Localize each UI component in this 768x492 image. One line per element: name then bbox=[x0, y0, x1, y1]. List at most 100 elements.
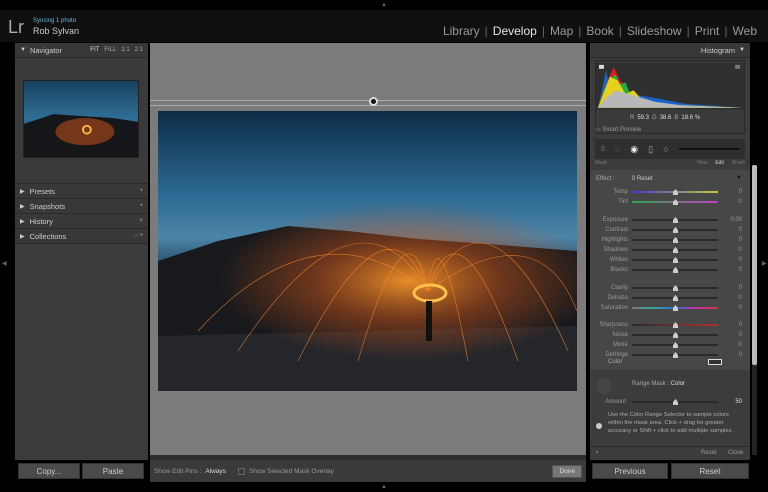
panel-reset-button[interactable]: Reset bbox=[701, 450, 717, 456]
zoom-fit[interactable]: FIT bbox=[90, 47, 99, 53]
slider-thumb[interactable] bbox=[673, 342, 678, 348]
right-panel-toggle-icon[interactable]: ▶ bbox=[762, 260, 767, 267]
slider-thumb[interactable] bbox=[673, 352, 678, 358]
module-book[interactable]: Book bbox=[581, 24, 618, 38]
edit-pins-select[interactable]: Always bbox=[205, 468, 226, 475]
spot-removal-icon[interactable]: ◌ bbox=[615, 144, 620, 154]
color-swatch[interactable] bbox=[708, 359, 722, 365]
slider-saturation[interactable]: Saturation 0 bbox=[590, 303, 750, 313]
slider-value[interactable]: 0 bbox=[739, 305, 742, 311]
mask-overlay-checkbox[interactable] bbox=[237, 467, 245, 475]
slider-whites[interactable]: Whites 0 bbox=[590, 255, 750, 265]
radial-filter-icon[interactable]: ○ bbox=[663, 144, 668, 154]
disclosure-icon[interactable]: ▼ bbox=[736, 175, 742, 181]
panel-collections[interactable]: ▶ Collections − + bbox=[15, 229, 148, 244]
panel-history[interactable]: ▶ History × bbox=[15, 214, 148, 229]
panel-action-button[interactable]: − + bbox=[134, 233, 143, 239]
module-map[interactable]: Map bbox=[545, 24, 578, 38]
red-eye-icon[interactable]: ◉ bbox=[630, 144, 638, 155]
slider-thumb[interactable] bbox=[673, 189, 678, 195]
graduated-filter-icon[interactable]: ▯ bbox=[648, 144, 653, 155]
zoom-1-1[interactable]: 1:1 bbox=[121, 47, 129, 53]
paste-button[interactable]: Paste bbox=[82, 463, 144, 479]
slider-thumb[interactable] bbox=[673, 247, 678, 253]
slider-thumb[interactable] bbox=[673, 267, 678, 273]
range-mask-select[interactable]: Color bbox=[671, 381, 685, 387]
panel-action-button[interactable]: + bbox=[139, 188, 143, 194]
slider-exposure[interactable]: Exposure 0.00 bbox=[590, 215, 750, 225]
color-range-picker-icon[interactable] bbox=[596, 378, 612, 394]
module-library[interactable]: Library bbox=[438, 24, 485, 38]
panel-snapshots[interactable]: ▶ Snapshots + bbox=[15, 199, 148, 214]
sync-status[interactable]: Syncing 1 photo bbox=[33, 18, 76, 24]
bottom-panel-toggle-icon[interactable]: ▲ bbox=[381, 484, 387, 490]
slider-value[interactable]: 0 bbox=[739, 237, 742, 243]
amount-slider[interactable]: Amount 50 bbox=[590, 397, 750, 407]
slider-temp[interactable]: Temp 0 bbox=[590, 187, 750, 197]
panel-action-button[interactable]: + bbox=[139, 203, 143, 209]
module-develop[interactable]: Develop bbox=[488, 24, 542, 38]
slider-sharpness[interactable]: Sharpness 0 bbox=[590, 320, 750, 330]
slider-value[interactable]: 0 bbox=[739, 267, 742, 273]
slider-thumb[interactable] bbox=[673, 322, 678, 328]
slider-clarity[interactable]: Clarity 0 bbox=[590, 283, 750, 293]
lock-icon[interactable]: ▪ bbox=[596, 450, 598, 456]
slider-value[interactable]: 0 bbox=[739, 189, 742, 195]
effect-preset-select[interactable]: 0 Reset bbox=[632, 176, 653, 182]
panel-close-button[interactable]: Close bbox=[728, 450, 743, 456]
histogram[interactable] bbox=[595, 60, 745, 134]
histogram-header[interactable]: Histogram ▼ bbox=[590, 43, 750, 58]
photo[interactable] bbox=[158, 111, 577, 391]
copy-button[interactable]: Copy... bbox=[18, 463, 80, 479]
top-panel-toggle-icon[interactable]: ▲ bbox=[381, 2, 387, 8]
previous-button[interactable]: Previous bbox=[592, 463, 668, 479]
slider-dehaze[interactable]: Dehaze 0 bbox=[590, 293, 750, 303]
slider-thumb[interactable] bbox=[673, 305, 678, 311]
graduated-line[interactable] bbox=[150, 100, 586, 106]
slider-thumb[interactable] bbox=[673, 295, 678, 301]
reset-button[interactable]: Reset bbox=[671, 463, 749, 479]
slider-value[interactable]: 0 bbox=[739, 342, 742, 348]
slider-value[interactable]: 0 bbox=[739, 332, 742, 338]
slider-value[interactable]: 0 bbox=[739, 247, 742, 253]
slider-thumb[interactable] bbox=[673, 332, 678, 338]
navigator-header[interactable]: ▼ Navigator FIT FILL 1:1 2:1 bbox=[15, 43, 148, 58]
slider-blacks[interactable]: Blacks 0 bbox=[590, 265, 750, 275]
slider-thumb[interactable] bbox=[673, 217, 678, 223]
slider-value[interactable]: 0 bbox=[739, 285, 742, 291]
slider-moir[interactable]: Moiré 0 bbox=[590, 340, 750, 350]
adjustment-brush-slider[interactable] bbox=[678, 148, 739, 150]
navigator-preview[interactable] bbox=[23, 80, 139, 158]
slider-thumb[interactable] bbox=[673, 285, 678, 291]
slider-highlights[interactable]: Highlights 0 bbox=[590, 235, 750, 245]
image-canvas[interactable] bbox=[150, 43, 586, 460]
module-slideshow[interactable]: Slideshow bbox=[622, 24, 687, 38]
slider-thumb[interactable] bbox=[673, 227, 678, 233]
zoom-fill[interactable]: FILL bbox=[104, 47, 116, 53]
crop-overlay-icon[interactable]: ⁞⁞ bbox=[601, 146, 605, 153]
slider-thumb[interactable] bbox=[673, 257, 678, 263]
mask-edit[interactable]: Edit bbox=[715, 160, 724, 166]
mask-brush[interactable]: Brush bbox=[732, 160, 745, 166]
smart-preview-status[interactable]: ▭ Smart Preview bbox=[595, 126, 641, 133]
zoom-2-1[interactable]: 2:1 bbox=[135, 47, 143, 53]
panel-presets[interactable]: ▶ Presets + bbox=[15, 184, 148, 199]
slider-tint[interactable]: Tint 0 bbox=[590, 197, 750, 207]
slider-value[interactable]: 0.00 bbox=[730, 217, 742, 223]
panel-action-button[interactable]: × bbox=[139, 218, 143, 224]
slider-shadows[interactable]: Shadows 0 bbox=[590, 245, 750, 255]
done-button[interactable]: Done bbox=[552, 464, 582, 478]
scrollbar-thumb[interactable] bbox=[752, 165, 757, 365]
left-panel-toggle-icon[interactable]: ◀ bbox=[2, 260, 7, 267]
slider-value[interactable]: 0 bbox=[739, 352, 742, 358]
slider-thumb[interactable] bbox=[673, 237, 678, 243]
slider-thumb[interactable] bbox=[673, 199, 678, 205]
slider-value[interactable]: 0 bbox=[739, 295, 742, 301]
slider-value[interactable]: 0 bbox=[739, 227, 742, 233]
slider-value[interactable]: 0 bbox=[739, 322, 742, 328]
slider-value[interactable]: 0 bbox=[739, 199, 742, 205]
edit-pin[interactable] bbox=[369, 97, 378, 106]
slider-noise[interactable]: Noise 0 bbox=[590, 330, 750, 340]
slider-value[interactable]: 0 bbox=[739, 257, 742, 263]
module-print[interactable]: Print bbox=[690, 24, 725, 38]
